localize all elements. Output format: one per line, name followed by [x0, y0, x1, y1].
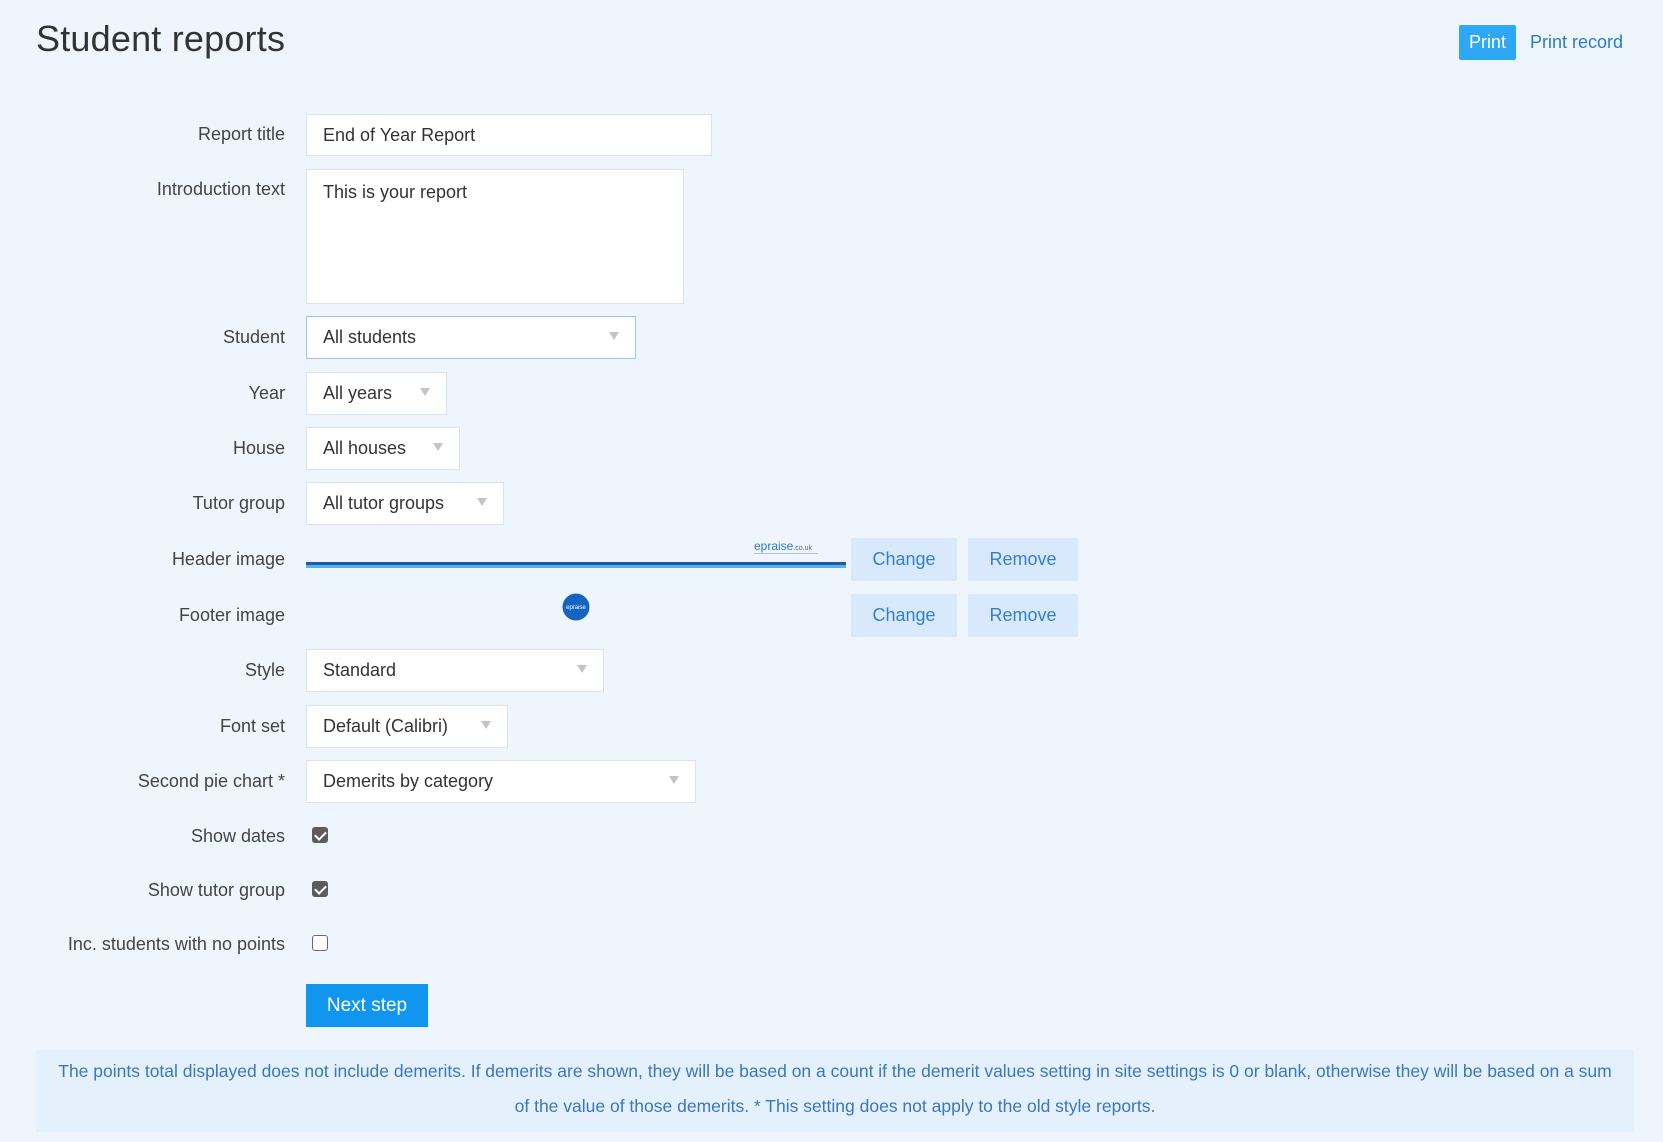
second-pie-chart-select-value: Demerits by category: [323, 771, 494, 791]
footer-image-preview: epraise: [562, 593, 590, 621]
introduction-text-input[interactable]: This is your report: [306, 169, 684, 304]
print-record-link[interactable]: Print record: [1530, 32, 1623, 53]
footer-image-remove-button[interactable]: Remove: [968, 594, 1078, 637]
show-dates-label: Show dates: [190, 826, 285, 846]
introduction-text-label: Introduction text: [156, 179, 285, 199]
chevron-down-icon: [433, 442, 443, 451]
style-select-value: Standard: [323, 660, 397, 680]
chevron-down-icon: [477, 497, 487, 506]
font-set-select-value: Default (Calibri): [323, 716, 449, 736]
style-select[interactable]: Standard: [306, 649, 604, 692]
show-tutor-group-label: Show tutor group: [147, 880, 285, 900]
report-title-label: Report title: [197, 124, 285, 144]
tutor-group-select-value: All tutor groups: [323, 493, 445, 513]
show-dates-checkbox[interactable]: [312, 827, 328, 843]
house-label: House: [232, 438, 285, 458]
tutor-group-label: Tutor group: [192, 493, 285, 513]
header-image-label: Header image: [171, 549, 285, 569]
next-step-button[interactable]: Next step: [306, 984, 428, 1027]
student-label: Student: [222, 327, 285, 347]
header-logo-text: epraise.co.uk: [754, 539, 813, 553]
header-image-remove-button[interactable]: Remove: [968, 538, 1078, 581]
footer-image-change-button[interactable]: Change: [851, 594, 957, 637]
page-title: Student reports: [36, 18, 286, 59]
font-set-label: Font set: [219, 716, 285, 736]
chevron-down-icon: [609, 331, 619, 340]
house-select-value: All houses: [323, 438, 407, 458]
header-image-change-button[interactable]: Change: [851, 538, 957, 581]
second-pie-chart-select[interactable]: Demerits by category: [306, 760, 696, 803]
info-notice-text: The points total displayed does not incl…: [58, 1061, 1612, 1116]
tutor-group-select[interactable]: All tutor groups: [306, 482, 504, 525]
chevron-down-icon: [420, 387, 430, 396]
footer-image-label: Footer image: [178, 605, 285, 625]
header-image-preview: epraise.co.uk: [306, 538, 846, 570]
show-tutor-group-checkbox[interactable]: [312, 881, 328, 897]
print-button[interactable]: Print: [1458, 25, 1516, 60]
footer-logo-icon: epraise: [562, 593, 590, 621]
student-select[interactable]: All students: [306, 316, 636, 359]
student-select-value: All students: [323, 327, 417, 347]
report-title-input[interactable]: [306, 114, 712, 156]
style-label: Style: [244, 660, 285, 680]
house-select[interactable]: All houses: [306, 427, 460, 470]
year-label: Year: [248, 383, 285, 403]
inc-no-points-checkbox[interactable]: [312, 935, 328, 951]
inc-no-points-label: Inc. students with no points: [67, 934, 285, 954]
second-pie-chart-label: Second pie chart *: [137, 771, 285, 791]
chevron-down-icon: [669, 775, 679, 784]
font-set-select[interactable]: Default (Calibri): [306, 705, 508, 748]
year-select[interactable]: All years: [306, 372, 447, 415]
info-notice: The points total displayed does not incl…: [36, 1050, 1634, 1132]
chevron-down-icon: [481, 720, 491, 729]
chevron-down-icon: [577, 664, 587, 673]
svg-text:epraise: epraise: [566, 605, 586, 611]
header-banner-graphic: epraise.co.uk: [306, 539, 846, 568]
year-select-value: All years: [323, 383, 393, 403]
top-actions: Print Print record: [1458, 25, 1623, 60]
